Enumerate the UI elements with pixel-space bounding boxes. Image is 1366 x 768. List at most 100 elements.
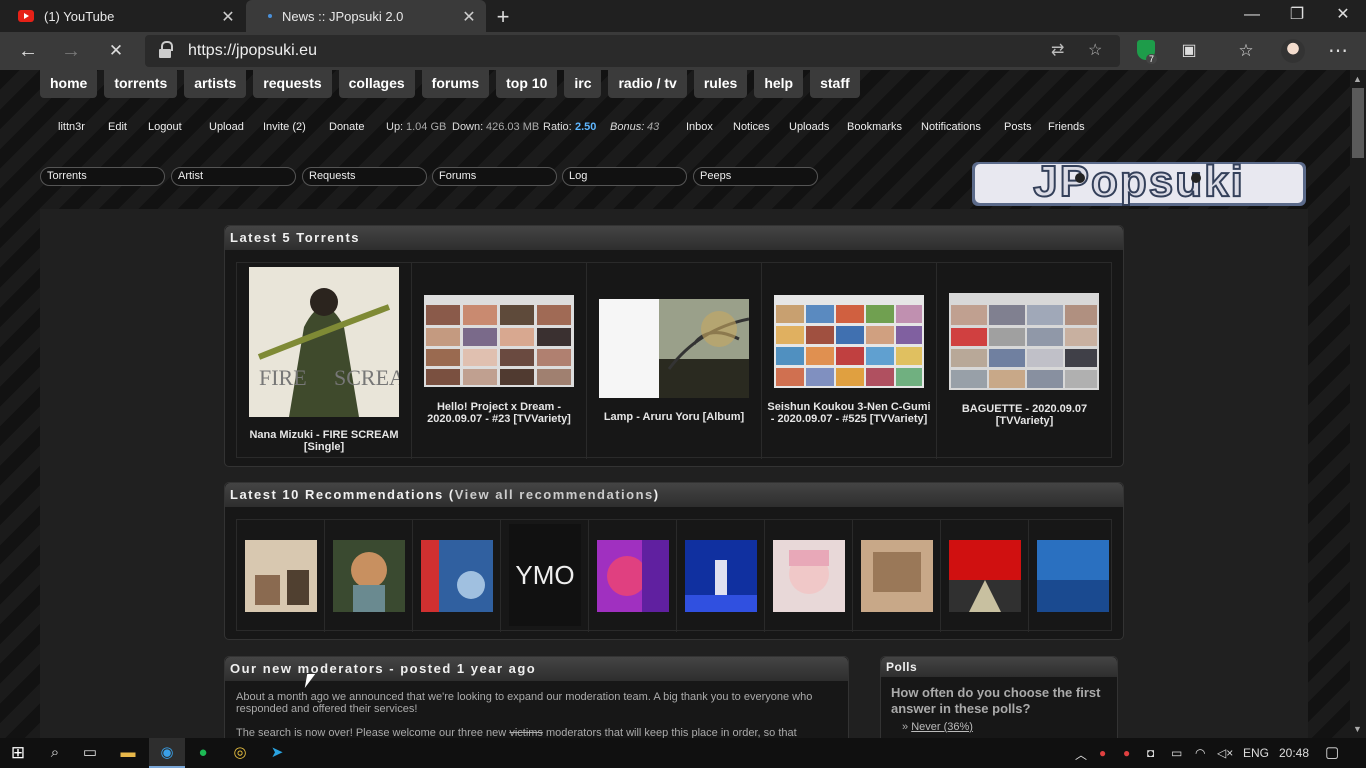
tray-chevron-icon[interactable]: ︿ — [1075, 746, 1087, 763]
torrent-cover[interactable]: FIRE SCREAM — [249, 267, 399, 417]
torrent-item[interactable]: FIRE SCREAM Nana Mizuki - FIRE SCREAM [S… — [237, 263, 412, 459]
recommendation-item[interactable] — [1029, 520, 1113, 632]
scrollbar-thumb[interactable] — [1352, 88, 1364, 158]
recommendation-cover[interactable] — [245, 540, 317, 612]
discord-icon[interactable]: ◘ — [1147, 746, 1154, 760]
recommendation-cover[interactable] — [949, 540, 1021, 612]
tab-jpopsuki[interactable]: News :: JPopsuki 2.0 ✕ — [246, 0, 486, 32]
nav-forums[interactable]: forums — [421, 70, 490, 98]
address-bar[interactable]: https://jpopsuki.eu ⇄ ☆ — [145, 35, 1120, 67]
telegram-icon[interactable]: ➤ — [266, 742, 288, 764]
notices-link[interactable]: Notices — [733, 121, 770, 133]
bookmarks-link[interactable]: Bookmarks — [847, 121, 902, 133]
username-link[interactable]: littn3r — [58, 121, 85, 133]
page-scrollbar[interactable]: ▲ ▼ — [1350, 70, 1366, 738]
torrent-cover[interactable] — [424, 295, 574, 387]
search-requests-input[interactable]: Requests — [302, 167, 427, 186]
search-log-input[interactable]: Log — [562, 167, 687, 186]
close-tab-icon[interactable]: ✕ — [219, 7, 237, 27]
nav-irc[interactable]: irc — [564, 70, 602, 98]
nav-torrents[interactable]: torrents — [104, 70, 178, 98]
tab-youtube[interactable]: (1) YouTube ✕ — [0, 0, 245, 32]
torrent-caption[interactable]: Hello! Project x Dream - 2020.09.07 - #2… — [412, 401, 586, 425]
more-menu-icon[interactable]: ⋯ — [1323, 36, 1353, 66]
posts-link[interactable]: Posts — [1004, 121, 1032, 133]
forward-button[interactable]: → — [56, 36, 86, 66]
close-tab-icon[interactable]: ✕ — [460, 7, 478, 27]
notifications-icon[interactable]: ▢ — [1325, 743, 1339, 761]
torrent-item[interactable]: Seishun Koukou 3-Nen C-Gumi - 2020.09.07… — [762, 263, 937, 459]
recommendation-item[interactable] — [589, 520, 677, 632]
torrent-item[interactable]: Hello! Project x Dream - 2020.09.07 - #2… — [412, 263, 587, 459]
favorites-icon[interactable]: ☆ — [1231, 36, 1261, 66]
recommendation-item[interactable] — [941, 520, 1029, 632]
edge-icon[interactable]: ◉ — [156, 742, 178, 764]
recommendation-cover[interactable] — [685, 540, 757, 612]
recommendation-cover[interactable]: YMO — [509, 524, 581, 626]
recommendation-item[interactable] — [853, 520, 941, 632]
torrent-caption[interactable]: BAGUETTE - 2020.09.07 [TVVariety] — [937, 403, 1112, 427]
battery-icon[interactable]: ▭ — [1171, 746, 1182, 760]
windows-start-icon[interactable]: ⊞ — [7, 742, 29, 764]
upload-link[interactable]: Upload — [209, 121, 244, 133]
nav-collages[interactable]: collages — [338, 70, 415, 98]
search-artist-input[interactable]: Artist — [171, 167, 296, 186]
nav-radio-tv[interactable]: radio / tv — [608, 70, 687, 98]
torrent-cover[interactable] — [949, 293, 1099, 390]
notifications-link[interactable]: Notifications — [921, 121, 981, 133]
torrent-caption[interactable]: Seishun Koukou 3-Nen C-Gumi - 2020.09.07… — [762, 401, 936, 425]
spotify-icon[interactable]: ● — [192, 742, 214, 764]
new-tab-button[interactable]: + — [492, 4, 514, 30]
recommendation-cover[interactable] — [333, 540, 405, 612]
nav-staff[interactable]: staff — [810, 70, 860, 98]
recommendation-cover[interactable] — [421, 540, 493, 612]
recommendation-cover[interactable] — [597, 540, 669, 612]
search-icon[interactable]: ⌕ — [44, 742, 66, 764]
donate-link[interactable]: Donate — [329, 121, 364, 133]
poll-option[interactable]: » Never (36%) — [881, 717, 1117, 733]
profile-avatar[interactable] — [1281, 39, 1305, 63]
uploads-link[interactable]: Uploads — [789, 121, 829, 133]
search-torrents-input[interactable]: Torrents — [40, 167, 165, 186]
view-all-recommendations-link[interactable]: View all recommendations — [455, 487, 654, 502]
invite-link[interactable]: Invite (2) — [263, 121, 306, 133]
logout-link[interactable]: Logout — [148, 121, 182, 133]
bonus-label[interactable]: Bonus: — [610, 121, 644, 133]
nav-artists[interactable]: artists — [184, 70, 247, 98]
favorite-star-icon[interactable]: ☆ — [1088, 40, 1102, 60]
torrent-caption[interactable]: Lamp - Aruru Yoru [Album] — [587, 411, 761, 423]
recommendation-item[interactable] — [677, 520, 765, 632]
torrent-cover[interactable] — [774, 295, 924, 388]
volume-muted-icon[interactable]: ◁× — [1217, 746, 1233, 760]
nav-rules[interactable]: rules — [693, 70, 748, 98]
recommendation-cover[interactable] — [861, 540, 933, 612]
recommendation-item[interactable]: YMO — [501, 520, 589, 632]
collections-icon[interactable]: ▣ — [1174, 36, 1204, 66]
torrent-item[interactable]: BAGUETTE - 2020.09.07 [TVVariety] — [937, 263, 1112, 459]
minimize-button[interactable]: — — [1229, 0, 1275, 32]
torrent-item[interactable]: Lamp - Aruru Yoru [Album] — [587, 263, 762, 459]
friends-link[interactable]: Friends — [1048, 121, 1085, 133]
translate-icon[interactable]: ⇄ — [1051, 40, 1064, 60]
scroll-up-icon[interactable]: ▲ — [1353, 74, 1362, 84]
torrent-cover[interactable] — [599, 299, 749, 398]
clock[interactable]: 20:48 — [1279, 746, 1309, 760]
stop-loading-button[interactable]: ✕ — [101, 36, 131, 66]
recommendation-cover[interactable] — [773, 540, 845, 612]
url-text[interactable]: https://jpopsuki.eu — [188, 42, 317, 60]
restore-button[interactable]: ❐ — [1274, 0, 1320, 32]
tray-app-icon[interactable]: ● — [1123, 746, 1130, 760]
wifi-icon[interactable]: ◠ — [1195, 746, 1205, 760]
media-player-icon[interactable]: ◎ — [229, 742, 251, 764]
torrent-caption[interactable]: Nana Mizuki - FIRE SCREAM [Single] — [237, 429, 411, 453]
back-button[interactable]: ← — [13, 36, 43, 66]
close-window-button[interactable]: ✕ — [1320, 0, 1366, 32]
task-view-icon[interactable]: ▭ — [79, 742, 101, 764]
recommendation-item[interactable] — [237, 520, 325, 632]
language-indicator[interactable]: ENG — [1243, 746, 1269, 760]
nav-help[interactable]: help — [754, 70, 804, 98]
nav-requests[interactable]: requests — [253, 70, 332, 98]
edit-link[interactable]: Edit — [108, 121, 127, 133]
tray-app-icon[interactable]: ● — [1099, 746, 1106, 760]
nav-top10[interactable]: top 10 — [496, 70, 558, 98]
